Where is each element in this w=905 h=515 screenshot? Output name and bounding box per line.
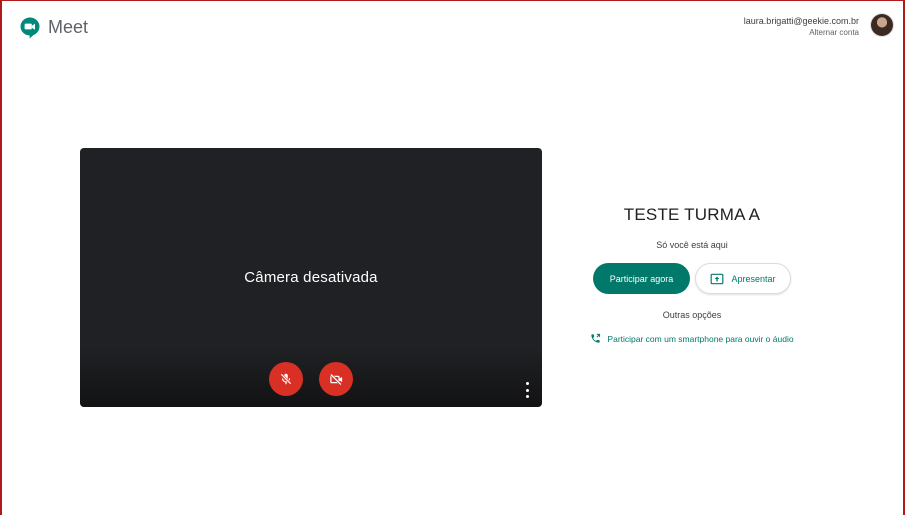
account-email: laura.brigatti@geekie.com.br (743, 16, 859, 26)
mic-off-icon (280, 373, 292, 385)
more-options-icon[interactable] (522, 382, 532, 398)
videocam-off-icon (329, 373, 342, 385)
join-now-button[interactable]: Participar agora (593, 263, 690, 294)
app-name: Meet (48, 16, 89, 37)
join-by-phone-link[interactable]: Participar com um smartphone para ouvir … (562, 333, 822, 344)
video-preview: Câmera desativada (80, 148, 542, 407)
join-panel: TESTE TURMA A Só você está aqui Particip… (562, 200, 822, 344)
meet-logo-icon (20, 17, 40, 39)
account-info: laura.brigatti@geekie.com.br Alternar co… (744, 15, 859, 38)
meeting-title: TESTE TURMA A (623, 205, 761, 224)
present-icon (711, 273, 724, 284)
present-button[interactable]: Apresentar (695, 263, 791, 294)
user-avatar[interactable] (871, 14, 893, 36)
other-options-heading: Outras opções (662, 310, 722, 320)
camera-off-message: Câmera desativada (244, 269, 378, 286)
video-bottom-gradient (80, 347, 542, 407)
meet-logo[interactable]: Meet (18, 15, 88, 39)
phone-forward-icon (591, 333, 601, 343)
join-by-phone-label: Participar com um smartphone para ouvir … (607, 333, 794, 344)
toggle-microphone-button[interactable] (269, 362, 303, 396)
join-actions: Participar agora Apresentar (562, 263, 822, 294)
meeting-status: Só você está aqui (656, 240, 728, 250)
toggle-camera-button[interactable] (319, 362, 353, 396)
present-button-label: Apresentar (731, 273, 776, 284)
switch-account-link[interactable]: Alternar conta (744, 27, 859, 38)
